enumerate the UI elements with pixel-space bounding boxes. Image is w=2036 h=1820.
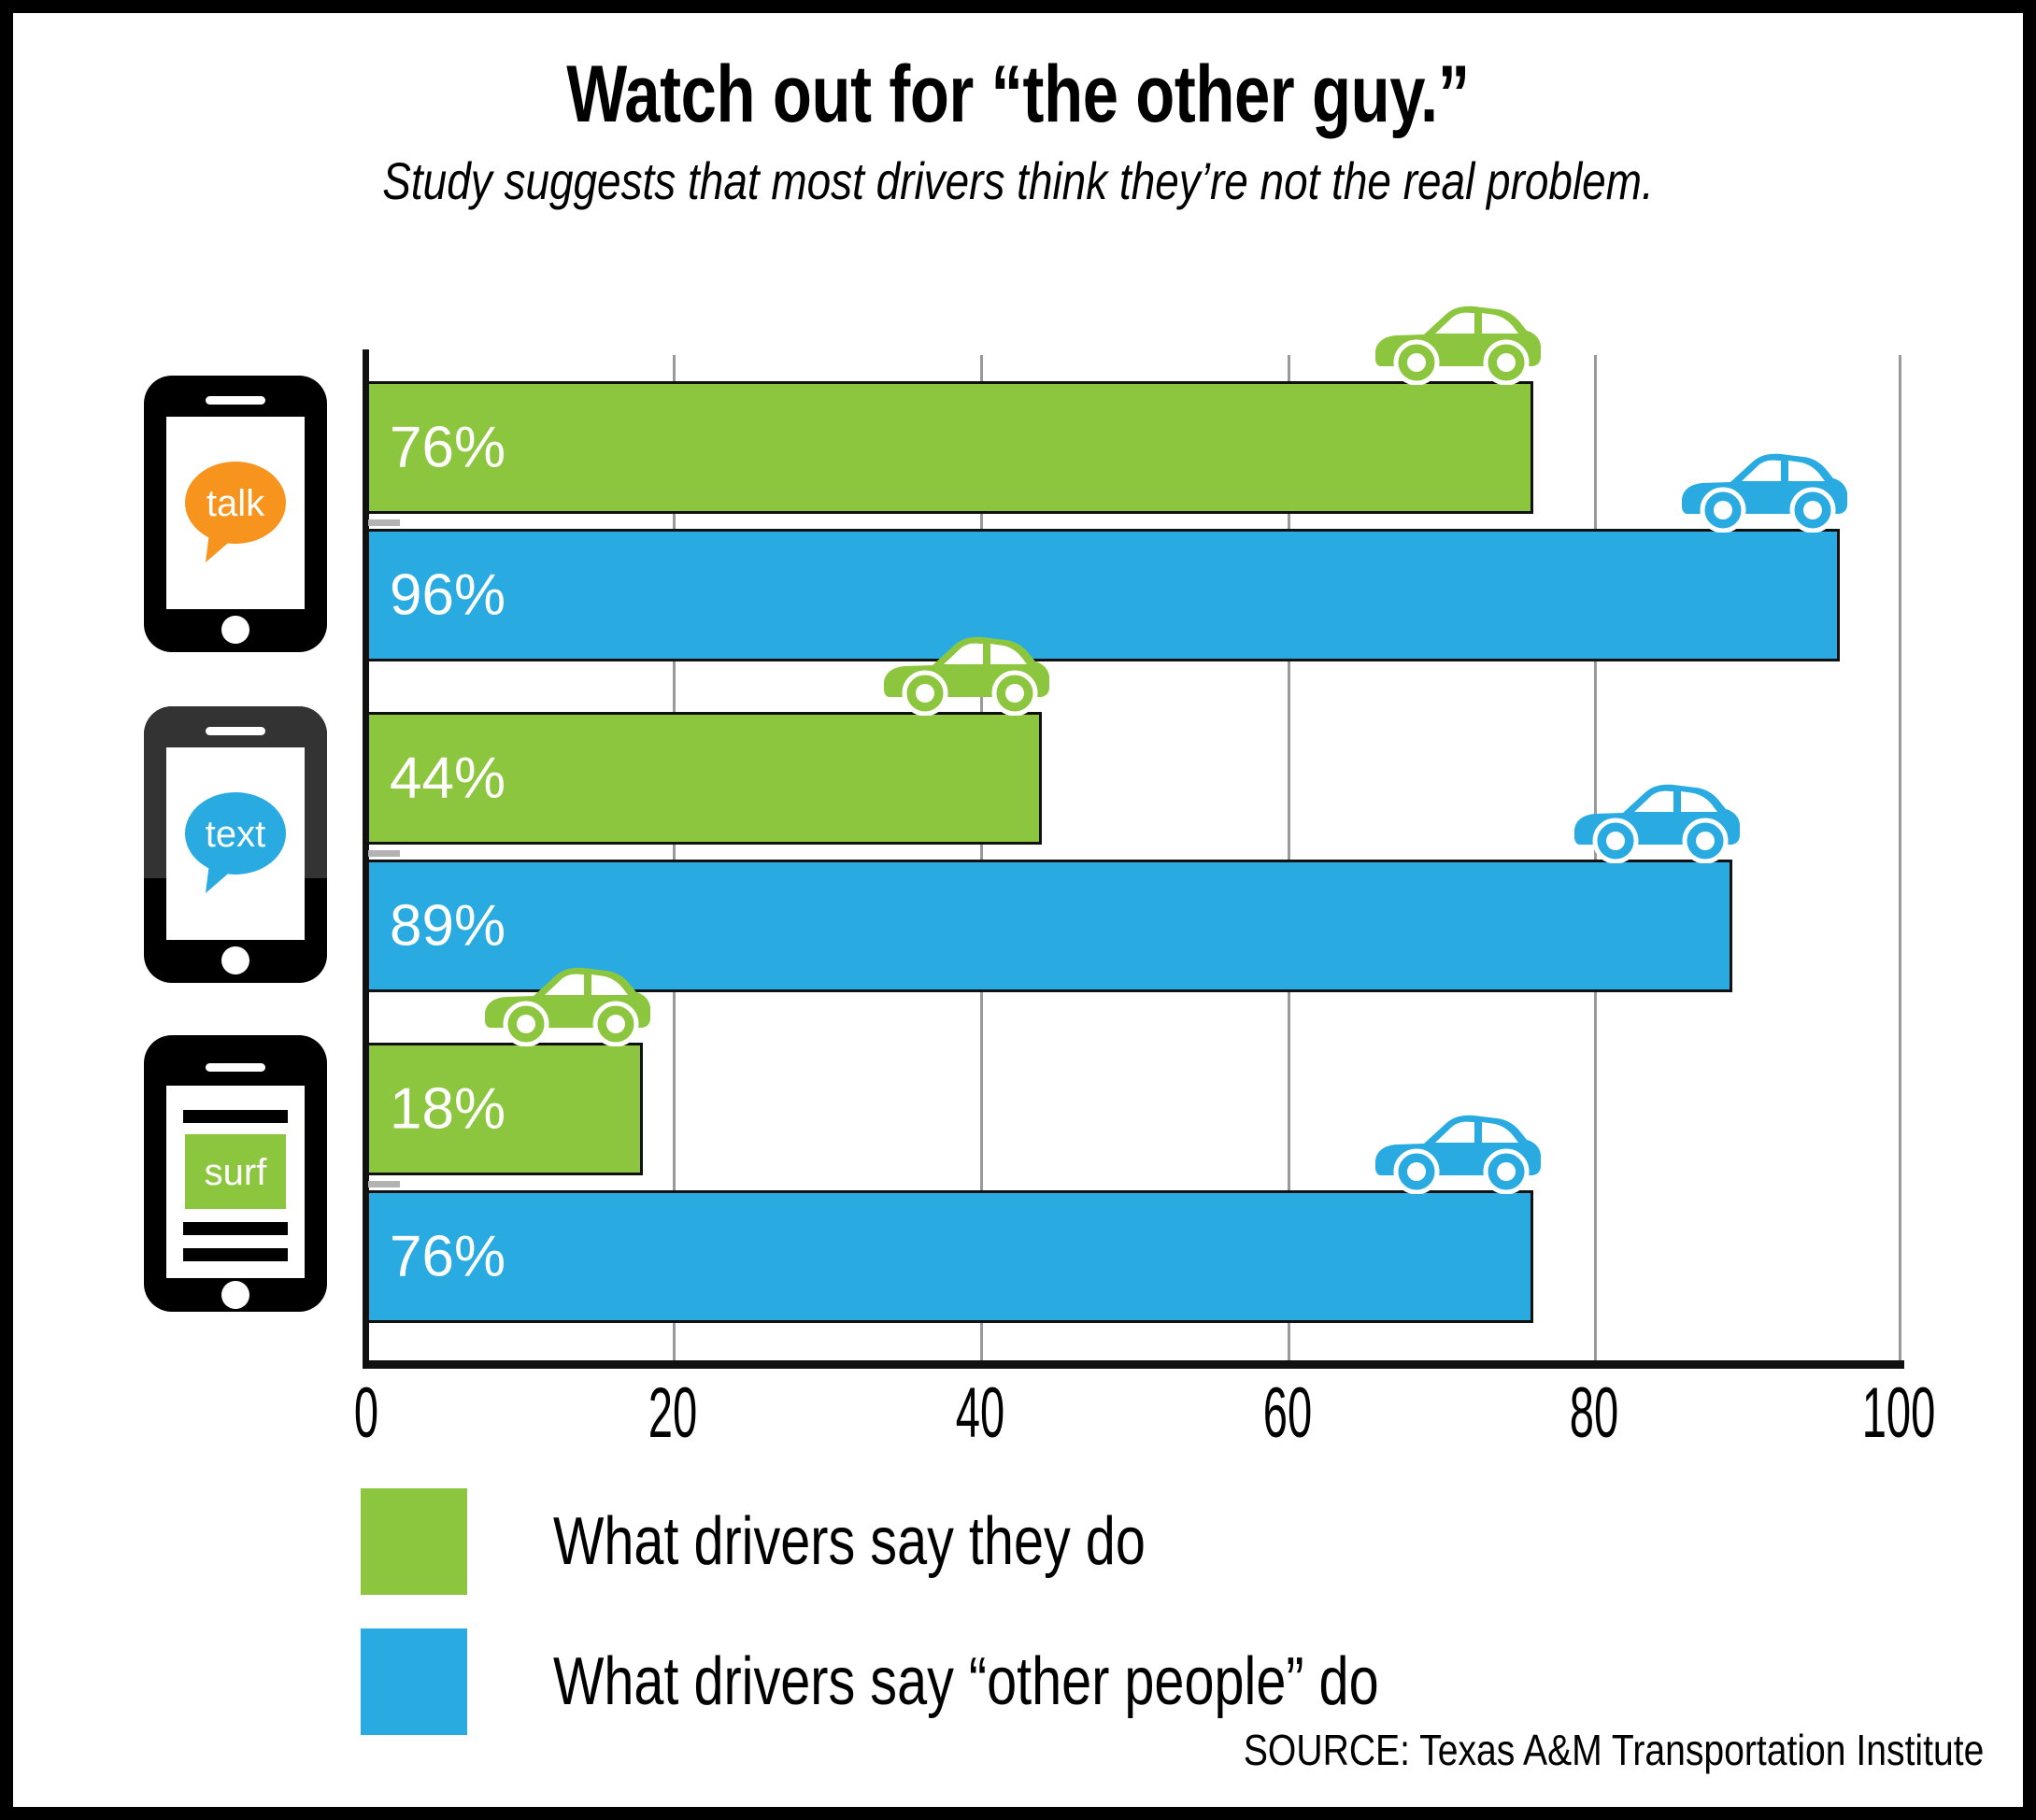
phone-screen-label: text	[206, 814, 265, 855]
bar-text-self: 44%	[366, 712, 1042, 845]
phone-icon-text: text	[142, 704, 329, 985]
legend-item-self: What drivers say they do	[361, 1482, 1586, 1601]
bar-value-label: 76%	[390, 415, 506, 480]
chart-plot-area: 76% 96% 44% 89% 18% 76%	[363, 306, 1904, 1369]
x-axis-line	[363, 1360, 1904, 1369]
legend-label-other: What drivers say “other people” do	[553, 1644, 1379, 1719]
header: Watch out for “the other guy.” Study sug…	[13, 50, 2023, 209]
x-tick-20: 20	[648, 1373, 698, 1453]
phone-screen-label: surf	[205, 1152, 268, 1193]
bar-row-talk-self: 76%	[366, 306, 1901, 514]
page-subtitle: Study suggests that most drivers think t…	[382, 150, 1654, 210]
legend-swatch-green	[361, 1488, 467, 1595]
bar-talk-other: 96%	[366, 529, 1841, 661]
bar-value-label: 89%	[390, 893, 506, 959]
phone-icon-talk: talk	[142, 374, 329, 654]
bar-surf-other: 76%	[366, 1190, 1533, 1323]
chart-legend: What drivers say they do What drivers sa…	[361, 1482, 1586, 1762]
car-icon-blue	[1569, 777, 1742, 863]
legend-item-other: What drivers say “other people” do	[361, 1622, 1586, 1742]
phone-screen-label: talk	[206, 483, 265, 524]
infographic-frame: Watch out for “the other guy.” Study sug…	[0, 0, 2036, 1820]
bar-value-label: 44%	[390, 746, 506, 811]
x-tick-80: 80	[1569, 1373, 1619, 1453]
page-title: Watch out for “the other guy.”	[566, 50, 1470, 139]
legend-swatch-blue	[361, 1628, 467, 1735]
bar-talk-self: 76%	[366, 381, 1533, 514]
source-credit: SOURCE: Texas A&M Transportation Institu…	[1243, 1726, 1984, 1774]
bar-surf-self: 18%	[366, 1043, 643, 1175]
x-tick-60: 60	[1262, 1373, 1313, 1453]
car-icon-green	[878, 630, 1051, 716]
bar-row-surf-other: 76%	[366, 1115, 1901, 1323]
car-icon-green	[1370, 299, 1543, 385]
row-tick-talk	[368, 519, 400, 526]
bar-row-surf-self: 18%	[366, 967, 1901, 1175]
row-tick-text	[368, 850, 400, 857]
car-icon-blue	[1676, 447, 1849, 533]
bar-value-label: 76%	[390, 1224, 506, 1289]
bar-value-label: 18%	[390, 1076, 506, 1142]
bar-value-label: 96%	[390, 562, 506, 628]
car-icon-blue	[1370, 1108, 1543, 1194]
legend-label-self: What drivers say they do	[553, 1504, 1146, 1579]
phone-icon-surf: surf	[142, 1033, 329, 1314]
car-icon-green	[479, 960, 652, 1046]
x-tick-40: 40	[955, 1373, 1005, 1453]
bar-row-talk-other: 96%	[366, 453, 1901, 661]
row-tick-surf	[368, 1181, 400, 1187]
x-tick-0: 0	[353, 1373, 379, 1453]
x-axis-tick-labels: 0 20 40 60 80 100	[354, 1372, 1935, 1457]
x-tick-100: 100	[1861, 1373, 1936, 1453]
